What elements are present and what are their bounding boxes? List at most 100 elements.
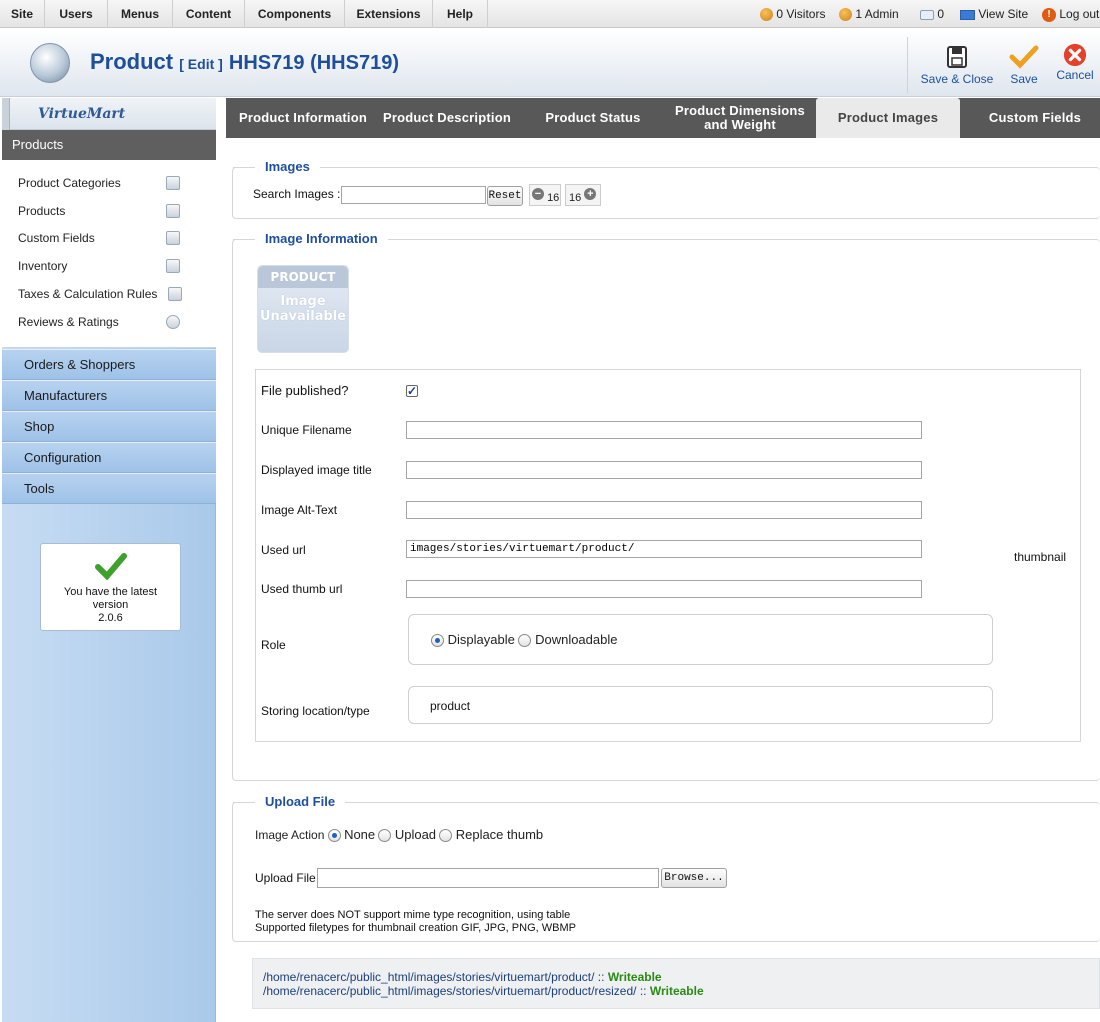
next-page-control[interactable]: 16 + (565, 184, 601, 206)
sidebar-section-orders[interactable]: Orders & Shoppers (2, 349, 216, 380)
unique-filename-input[interactable] (406, 421, 922, 439)
inventory-icon (166, 259, 180, 273)
used-url-label: Used url (261, 543, 306, 557)
tab-product-dimensions[interactable]: Product Dimensions and Weight (668, 98, 812, 138)
tab-product-images[interactable]: Product Images (816, 98, 960, 138)
admin-status: 1 Admin (839, 0, 899, 28)
plus-icon: + (584, 187, 597, 200)
used-thumb-url-label: Used thumb url (261, 582, 343, 596)
menu-menus[interactable]: Menus (108, 0, 173, 28)
virtuemart-logo: VirtueMart (2, 98, 216, 130)
page-header: Product [ Edit ] HHS719 (HHS719) Save & … (0, 29, 1100, 97)
image-unavailable-placeholder: PRODUCT Image Unavailable (257, 265, 349, 353)
visitors-count: 0 Visitors (776, 7, 826, 21)
minus-icon: − (532, 187, 544, 200)
tab-custom-fields[interactable]: Custom Fields (972, 98, 1098, 138)
action-upload-radio[interactable] (378, 829, 392, 843)
downloadable-label: Downloadable (535, 632, 618, 647)
sidebar-section-tools[interactable]: Tools (2, 473, 216, 504)
alt-text-input[interactable] (406, 501, 922, 519)
tab-product-description[interactable]: Product Description (376, 98, 518, 138)
used-thumb-url-input[interactable] (406, 580, 922, 598)
upload-file-input[interactable] (317, 868, 659, 888)
action-replace-thumb-radio[interactable] (439, 829, 453, 843)
role-label: Role (261, 638, 286, 652)
search-images-input[interactable] (341, 186, 486, 204)
reset-button[interactable]: Reset (487, 186, 523, 206)
storing-location-label: Storing location/type (261, 704, 370, 718)
alt-text-label: Image Alt-Text (261, 503, 338, 517)
products-icon (166, 204, 180, 218)
title-sku: HHS719 (HHS719) (228, 52, 399, 74)
images-legend: Images (233, 159, 320, 174)
users-icon (760, 8, 773, 22)
path-row: /home/renacerc/public_html/images/storie… (263, 984, 704, 998)
browse-button[interactable]: Browse... (661, 868, 727, 888)
images-fieldset: Images Search Images : Reset − 16 16 + (232, 159, 1100, 219)
save-close-button[interactable]: Save & Close (918, 41, 996, 91)
displayable-label: Displayable (447, 632, 515, 647)
checkmark-icon (95, 553, 127, 580)
used-url-input[interactable] (406, 540, 922, 558)
file-published-checkbox[interactable]: ✓ (406, 385, 418, 397)
thumbnail-label: thumbnail (1014, 550, 1067, 564)
custom-fields-icon (166, 231, 180, 245)
sidebar-section-manufacturers[interactable]: Manufacturers (2, 380, 216, 411)
collapse-handle-icon[interactable] (2, 98, 10, 130)
logout-icon: ! (1042, 7, 1056, 22)
calculator-icon (168, 287, 182, 301)
menu-help[interactable]: Help (433, 0, 488, 28)
cancel-button[interactable]: Cancel (1054, 41, 1096, 91)
tab-product-status[interactable]: Product Status (530, 98, 656, 138)
storing-location-box: product (408, 686, 993, 724)
menu-extensions[interactable]: Extensions (345, 0, 433, 28)
image-action-label: Image Action (255, 828, 325, 842)
page-title: Product [ Edit ] HHS719 (HHS719) (90, 49, 399, 75)
sidebar-item-inventory[interactable]: Inventory (18, 259, 67, 273)
downloadable-radio[interactable] (518, 634, 532, 648)
view-site-link[interactable]: View Site (960, 0, 1028, 28)
sidebar-item-custom-fields[interactable]: Custom Fields (18, 231, 95, 245)
version-box: You have the latest version 2.0.6 (40, 543, 181, 631)
admin-icon (839, 8, 852, 22)
filetypes-note: Supported filetypes for thumbnail creati… (255, 922, 576, 934)
image-title-input[interactable] (406, 461, 922, 479)
unique-filename-label: Unique Filename (261, 423, 352, 437)
save-button[interactable]: Save (1006, 41, 1042, 91)
floppy-disk-icon (947, 46, 967, 68)
cancel-x-icon (1063, 43, 1087, 67)
displayable-radio[interactable] (431, 634, 444, 648)
top-menu-bar: Site Users Menus Content Components Exte… (0, 0, 1100, 28)
menu-components[interactable]: Components (245, 0, 345, 28)
upload-file-legend: Upload File (232, 794, 346, 809)
action-none-radio[interactable] (327, 829, 341, 843)
monitor-icon (960, 9, 975, 20)
path-row: /home/renacerc/public_html/images/storie… (263, 970, 662, 984)
admin-count: 1 Admin (855, 7, 899, 21)
menu-users[interactable]: Users (45, 0, 108, 28)
tab-product-information[interactable]: Product Information (232, 98, 374, 138)
tab-bar: Product Information Product Description … (226, 98, 1100, 138)
image-information-legend: Image Information (233, 231, 388, 246)
sidebar-section-shop[interactable]: Shop (2, 411, 216, 442)
messages-status[interactable]: 0 (920, 0, 944, 28)
menu-content[interactable]: Content (173, 0, 245, 28)
role-options: Displayable Downloadable (408, 614, 993, 665)
sidebar-section-products[interactable]: Products (2, 130, 216, 160)
sidebar-item-product-categories[interactable]: Product Categories (18, 176, 121, 190)
prev-page-control[interactable]: − 16 (529, 184, 561, 206)
speech-bubble-icon (166, 315, 180, 329)
joomla-logo-icon (30, 43, 70, 83)
sidebar-item-reviews[interactable]: Reviews & Ratings (18, 315, 119, 329)
title-edit: [ Edit ] (179, 56, 223, 72)
sidebar-section-configuration[interactable]: Configuration (2, 442, 216, 473)
mail-icon (920, 9, 934, 20)
writeable-status: Writeable (607, 970, 662, 984)
storing-location-value: product (430, 699, 471, 713)
sidebar-item-taxes[interactable]: Taxes & Calculation Rules (18, 287, 157, 301)
writeable-status: Writeable (649, 984, 704, 998)
title-product: Product (90, 49, 174, 74)
sidebar-item-products[interactable]: Products (18, 204, 65, 218)
menu-site[interactable]: Site (0, 0, 45, 28)
logout-link[interactable]: ! Log out (1042, 0, 1099, 28)
